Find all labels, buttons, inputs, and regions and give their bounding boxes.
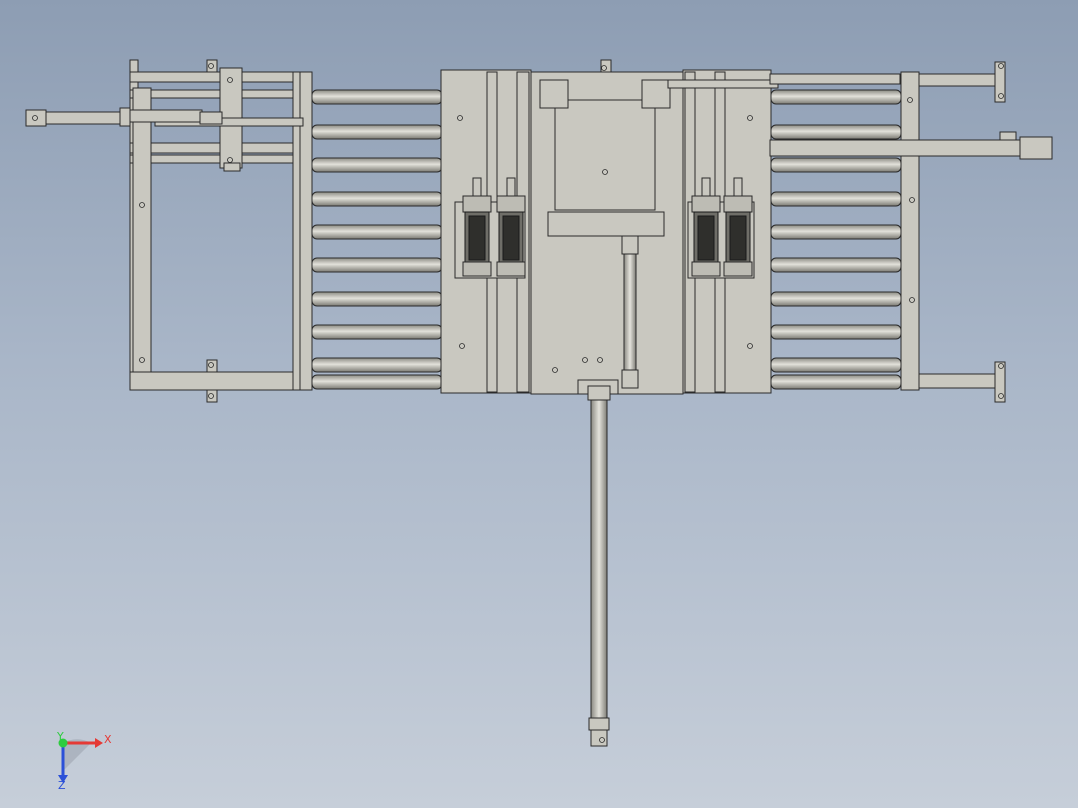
roller	[770, 257, 902, 273]
roller	[311, 124, 443, 140]
y-axis-label: Y	[56, 730, 64, 743]
roller	[311, 89, 443, 105]
roller	[770, 89, 902, 105]
x-axis-arrowhead	[95, 738, 103, 748]
roller	[770, 157, 902, 173]
roller	[311, 257, 443, 273]
roller	[770, 324, 902, 340]
roller	[770, 191, 902, 207]
roller	[311, 191, 443, 207]
cad-viewport[interactable]: X Y Z	[0, 0, 1078, 808]
right-gate-plate	[667, 69, 779, 394]
left-frame	[25, 59, 313, 403]
roller	[770, 224, 902, 240]
z-axis-label: Z	[58, 779, 66, 792]
right-roller-bank	[770, 89, 902, 390]
center-upper-cylinder	[621, 235, 639, 389]
roller	[770, 374, 902, 390]
roller	[311, 324, 443, 340]
x-axis-label: X	[104, 733, 112, 746]
coordinate-triad: X Y Z	[56, 730, 112, 792]
left-roller-bank	[311, 89, 443, 390]
roller	[311, 224, 443, 240]
roller	[770, 357, 902, 373]
roller	[311, 157, 443, 173]
roller	[770, 124, 902, 140]
cad-drawing: X Y Z	[25, 59, 1053, 792]
roller	[311, 291, 443, 307]
roller	[311, 357, 443, 373]
center-plate	[530, 71, 684, 395]
roller	[311, 374, 443, 390]
roller	[770, 291, 902, 307]
push-cylinder	[587, 385, 611, 747]
